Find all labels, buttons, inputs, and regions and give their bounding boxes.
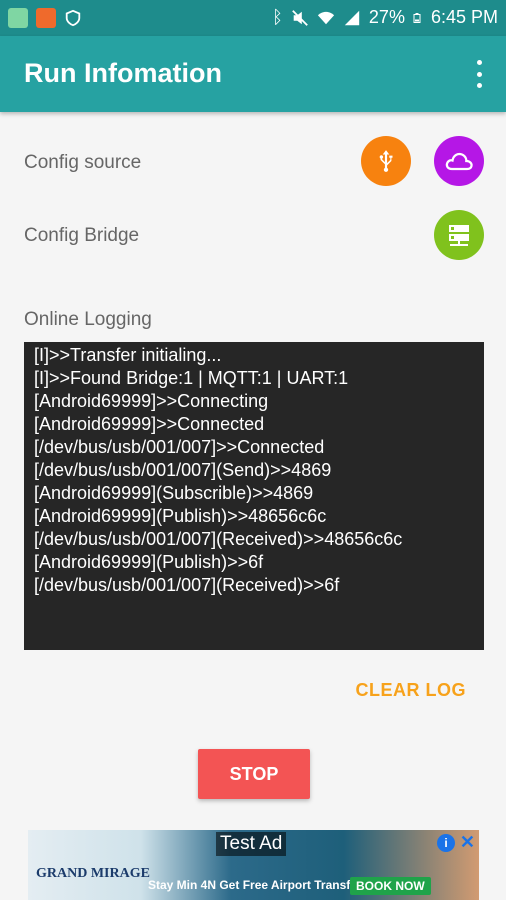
signal-icon: [344, 10, 360, 25]
ad-book-now-button[interactable]: BOOK NOW: [350, 877, 431, 895]
app-notification-icon: [8, 8, 28, 28]
ad-tagline: Stay Min 4N Get Free Airport Transfer: [148, 878, 362, 892]
log-line: [I]>>Transfer initialing...: [34, 345, 222, 365]
wifi-icon: [317, 11, 335, 24]
clock: 6:45 PM: [430, 7, 498, 27]
mute-icon: [292, 9, 308, 26]
overflow-menu-icon[interactable]: [474, 60, 484, 88]
log-line: [/dev/bus/usb/001/007](Received)>>48656c…: [34, 529, 403, 549]
cloud-icon: [445, 152, 473, 171]
bluetooth-icon: ᛒ: [272, 7, 283, 27]
log-line: [Android69999](Subscrible)>>4869: [34, 483, 314, 503]
log-line: [Android69999](Publish)>>48656c6c: [34, 506, 327, 526]
online-logging-label: Online Logging: [24, 309, 152, 330]
stop-button[interactable]: STOP: [198, 749, 310, 799]
log-line: [/dev/bus/usb/001/007](Received)>>6f: [34, 575, 340, 595]
clear-log-button[interactable]: CLEAR LOG: [356, 680, 467, 701]
system-icons: ᛒ 27% 6:45 PM: [272, 7, 498, 28]
log-output[interactable]: [I]>>Transfer initialing... [I]>>Found B…: [24, 342, 484, 650]
wifi-shield-icon: [65, 9, 81, 27]
cloud-source-button[interactable]: [434, 136, 484, 186]
ad-banner[interactable]: GRAND MIRAGE Test Ad Stay Min 4N Get Fre…: [28, 830, 479, 900]
log-line: [Android69999]>>Connected: [34, 414, 265, 434]
battery-percent: 27%: [368, 7, 405, 27]
battery-icon: [413, 12, 421, 23]
ad-title: Test Ad: [216, 832, 287, 856]
ad-close-icon[interactable]: ✕: [460, 832, 475, 853]
notification-icons: [8, 8, 82, 28]
usb-icon: [379, 150, 393, 172]
ad-brand-logo: GRAND MIRAGE: [36, 866, 150, 881]
server-icon: [449, 225, 469, 246]
config-bridge-label: Config Bridge: [24, 225, 140, 246]
log-line: [Android69999]>>Connecting: [34, 391, 269, 411]
page-title: Run Infomation: [24, 58, 222, 88]
log-line: [/dev/bus/usb/001/007]>>Connected: [34, 437, 325, 457]
config-source-label: Config source: [24, 152, 142, 173]
log-line: [I]>>Found Bridge:1 | MQTT:1 | UART:1: [34, 368, 349, 388]
log-line: [Android69999](Publish)>>6f: [34, 552, 264, 572]
app-notification-icon: [36, 8, 56, 28]
config-bridge-button[interactable]: [434, 210, 484, 260]
log-line: [/dev/bus/usb/001/007](Send)>>4869: [34, 460, 332, 480]
usb-source-button[interactable]: [361, 136, 411, 186]
ad-info-icon[interactable]: i: [437, 834, 455, 852]
status-bar: ᛒ 27% 6:45 PM: [0, 0, 506, 36]
app-bar: Run Infomation: [0, 36, 506, 112]
